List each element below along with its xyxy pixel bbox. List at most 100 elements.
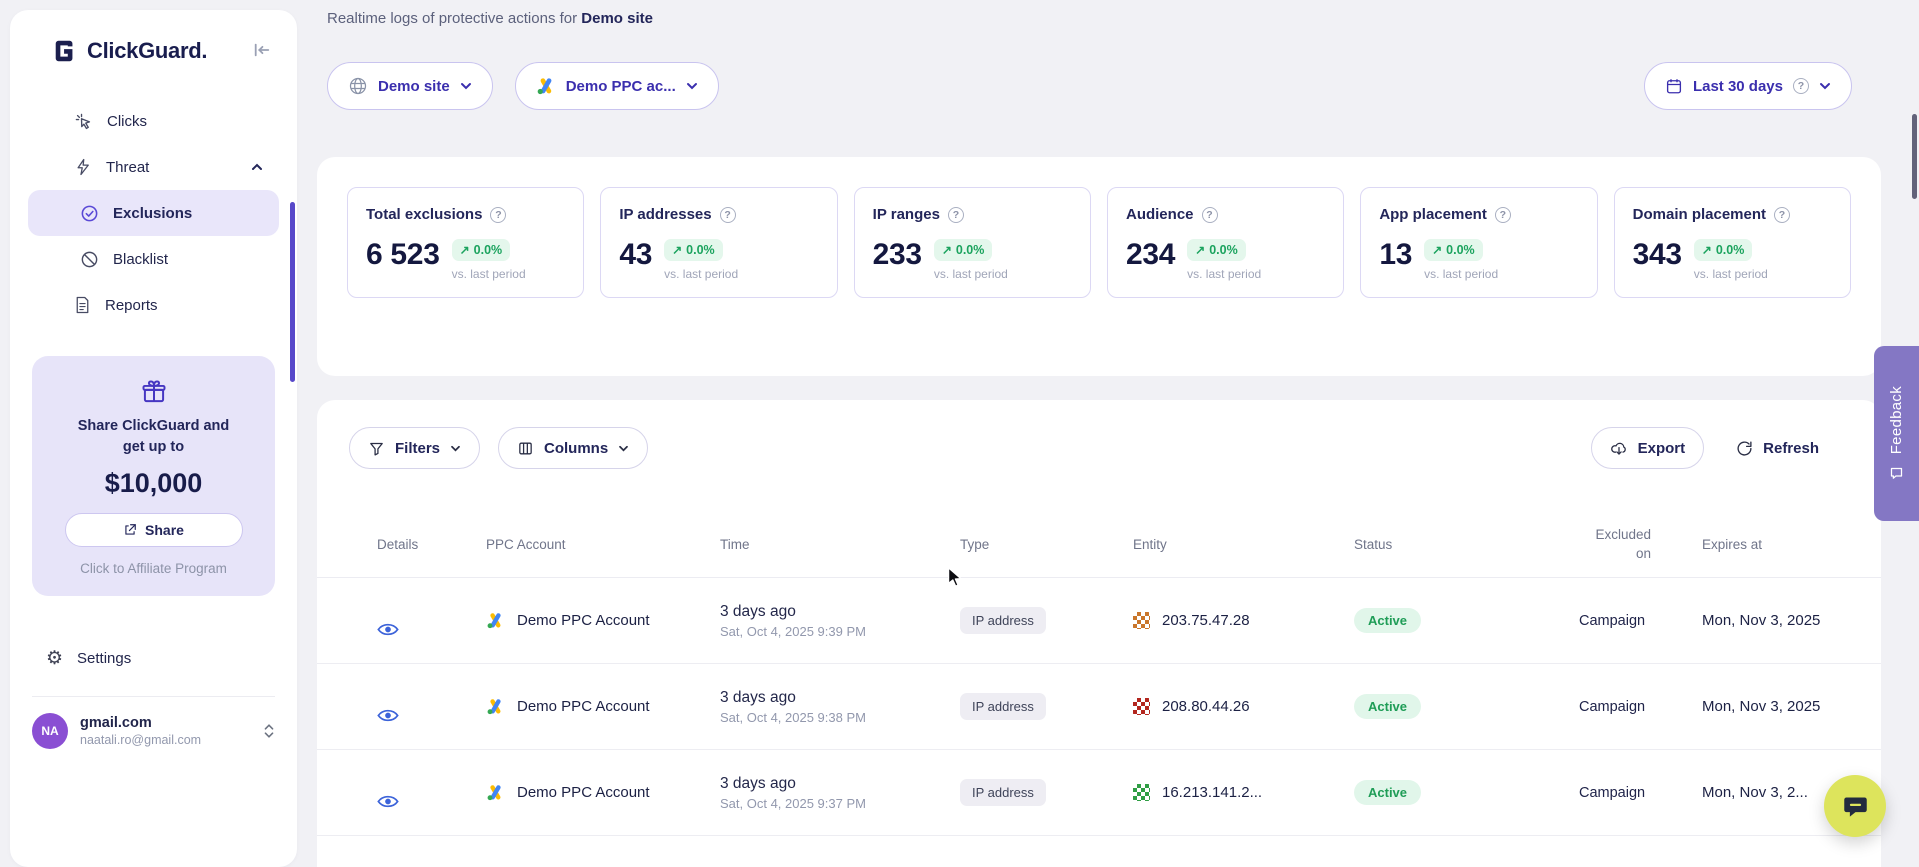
table-row: 3 days ago bbox=[317, 836, 1881, 867]
google-ads-icon bbox=[486, 697, 505, 716]
stat-ip-ranges: IP ranges 233 0.0%vs. last period bbox=[854, 187, 1091, 298]
expires-at-value: Mon, Nov 3, 2025 bbox=[1702, 612, 1881, 629]
feedback-label: Feedback bbox=[1888, 386, 1905, 454]
entity-identicon bbox=[1133, 612, 1150, 629]
type-badge: IP address bbox=[960, 693, 1046, 720]
sidebar-item-clicks[interactable]: Clicks bbox=[28, 98, 279, 144]
entity-identicon bbox=[1133, 698, 1150, 715]
view-details-eye-icon[interactable] bbox=[377, 708, 486, 723]
avatar: NA bbox=[32, 713, 68, 749]
sidebar-item-blacklist[interactable]: Blacklist bbox=[28, 236, 279, 282]
promo-headline: Share ClickGuard and get up to bbox=[69, 416, 239, 458]
time-relative: 3 days ago bbox=[720, 603, 960, 621]
excluded-on-value: Campaign bbox=[1579, 613, 1702, 629]
entity-identicon bbox=[1133, 784, 1150, 801]
account-name: gmail.com bbox=[80, 715, 201, 731]
stat-label: IP ranges bbox=[873, 206, 940, 223]
time-relative: 3 days ago bbox=[720, 775, 960, 793]
sidebar-item-exclusions[interactable]: Exclusions bbox=[28, 190, 279, 236]
share-button-label: Share bbox=[145, 522, 184, 538]
logo: ClickGuard. bbox=[10, 10, 297, 84]
export-button[interactable]: Export bbox=[1591, 427, 1705, 469]
page-scrollbar-thumb[interactable] bbox=[1912, 114, 1917, 199]
globe-icon bbox=[348, 76, 368, 96]
chevron-down-icon bbox=[686, 82, 698, 90]
stat-label: IP addresses bbox=[619, 206, 711, 223]
document-icon bbox=[74, 296, 91, 314]
entity-value: 16.213.141.2... bbox=[1162, 784, 1262, 801]
affiliate-link[interactable]: Click to Affiliate Program bbox=[46, 561, 261, 576]
trend-badge: 0.0% bbox=[1424, 239, 1483, 261]
google-ads-icon bbox=[486, 783, 505, 802]
columns-button[interactable]: Columns bbox=[498, 427, 648, 469]
chat-launcher-button[interactable] bbox=[1824, 775, 1886, 837]
ppc-account-name: Demo PPC Account bbox=[517, 698, 650, 715]
feedback-icon bbox=[1889, 466, 1904, 481]
sidebar-nav: Clicks Threat Exclusions Blacklist bbox=[10, 84, 297, 328]
sidebar-item-reports[interactable]: Reports bbox=[28, 282, 279, 328]
share-button[interactable]: Share bbox=[65, 513, 243, 547]
chat-bubble-icon bbox=[1842, 793, 1869, 820]
help-icon[interactable] bbox=[948, 207, 964, 223]
sidebar-item-label: Blacklist bbox=[113, 251, 168, 268]
col-header-entity: Entity bbox=[1133, 537, 1354, 552]
site-selector[interactable]: Demo site bbox=[327, 62, 493, 110]
trend-badge: 0.0% bbox=[452, 239, 511, 261]
brand-name: ClickGuard. bbox=[87, 38, 207, 64]
stat-audience: Audience 234 0.0%vs. last period bbox=[1107, 187, 1344, 298]
stat-value: 43 bbox=[619, 239, 652, 271]
sidebar-scrollbar-thumb[interactable] bbox=[290, 202, 295, 382]
time-absolute: Sat, Oct 4, 2025 9:38 PM bbox=[720, 710, 960, 725]
col-header-account: PPC Account bbox=[486, 537, 720, 552]
sidebar-item-label: Settings bbox=[77, 650, 131, 667]
stat-value: 13 bbox=[1379, 239, 1412, 271]
gift-icon bbox=[46, 378, 261, 406]
help-icon[interactable] bbox=[1774, 207, 1790, 223]
expires-at-value: Mon, Nov 3, 2025 bbox=[1702, 698, 1881, 715]
entity-value: 208.80.44.26 bbox=[1162, 698, 1250, 715]
sidebar-item-settings[interactable]: Settings bbox=[10, 638, 297, 678]
date-range-label: Last 30 days bbox=[1693, 78, 1783, 95]
help-icon[interactable] bbox=[1495, 207, 1511, 223]
refresh-label: Refresh bbox=[1763, 440, 1819, 457]
vs-label: vs. last period bbox=[452, 267, 526, 281]
refresh-button[interactable]: Refresh bbox=[1718, 427, 1837, 469]
view-details-eye-icon[interactable] bbox=[377, 622, 486, 637]
help-icon[interactable] bbox=[720, 207, 736, 223]
stats-panel: Total exclusions 6 523 0.0%vs. last peri… bbox=[317, 157, 1881, 376]
filters-label: Filters bbox=[395, 440, 440, 457]
view-details-eye-icon[interactable] bbox=[377, 794, 486, 809]
help-icon bbox=[1793, 78, 1809, 94]
export-label: Export bbox=[1638, 440, 1686, 457]
ppc-account-selector[interactable]: Demo PPC ac... bbox=[515, 62, 719, 110]
excluded-on-value: Campaign bbox=[1579, 785, 1702, 801]
stat-ip-addresses: IP addresses 43 0.0%vs. last period bbox=[600, 187, 837, 298]
vs-label: vs. last period bbox=[1187, 267, 1261, 281]
columns-icon bbox=[517, 440, 534, 457]
filters-button[interactable]: Filters bbox=[349, 427, 480, 469]
google-ads-icon bbox=[486, 611, 505, 630]
stat-label: Audience bbox=[1126, 206, 1194, 223]
vs-label: vs. last period bbox=[1424, 267, 1498, 281]
funnel-icon bbox=[368, 440, 385, 457]
gear-icon bbox=[46, 647, 63, 670]
feedback-tab[interactable]: Feedback bbox=[1874, 346, 1919, 521]
account-menu[interactable]: NA gmail.com naatali.ro@gmail.com bbox=[10, 713, 297, 749]
vs-label: vs. last period bbox=[664, 267, 738, 281]
cloud-download-icon bbox=[1610, 439, 1628, 457]
sidebar-collapse-icon[interactable] bbox=[253, 42, 271, 58]
stat-value: 343 bbox=[1633, 239, 1682, 271]
chevron-down-icon bbox=[450, 445, 461, 452]
help-icon[interactable] bbox=[490, 207, 506, 223]
stat-label: Total exclusions bbox=[366, 206, 482, 223]
time-relative: 3 days ago bbox=[720, 689, 960, 707]
chevron-updown-icon bbox=[263, 723, 275, 739]
type-badge: IP address bbox=[960, 607, 1046, 634]
date-range-selector[interactable]: Last 30 days bbox=[1644, 62, 1852, 110]
external-link-icon bbox=[123, 523, 137, 537]
sidebar-item-threat[interactable]: Threat bbox=[28, 144, 279, 190]
trend-badge: 0.0% bbox=[934, 239, 993, 261]
shield-check-icon bbox=[80, 204, 99, 223]
affiliate-promo-card: Share ClickGuard and get up to $10,000 S… bbox=[32, 356, 275, 596]
help-icon[interactable] bbox=[1202, 207, 1218, 223]
